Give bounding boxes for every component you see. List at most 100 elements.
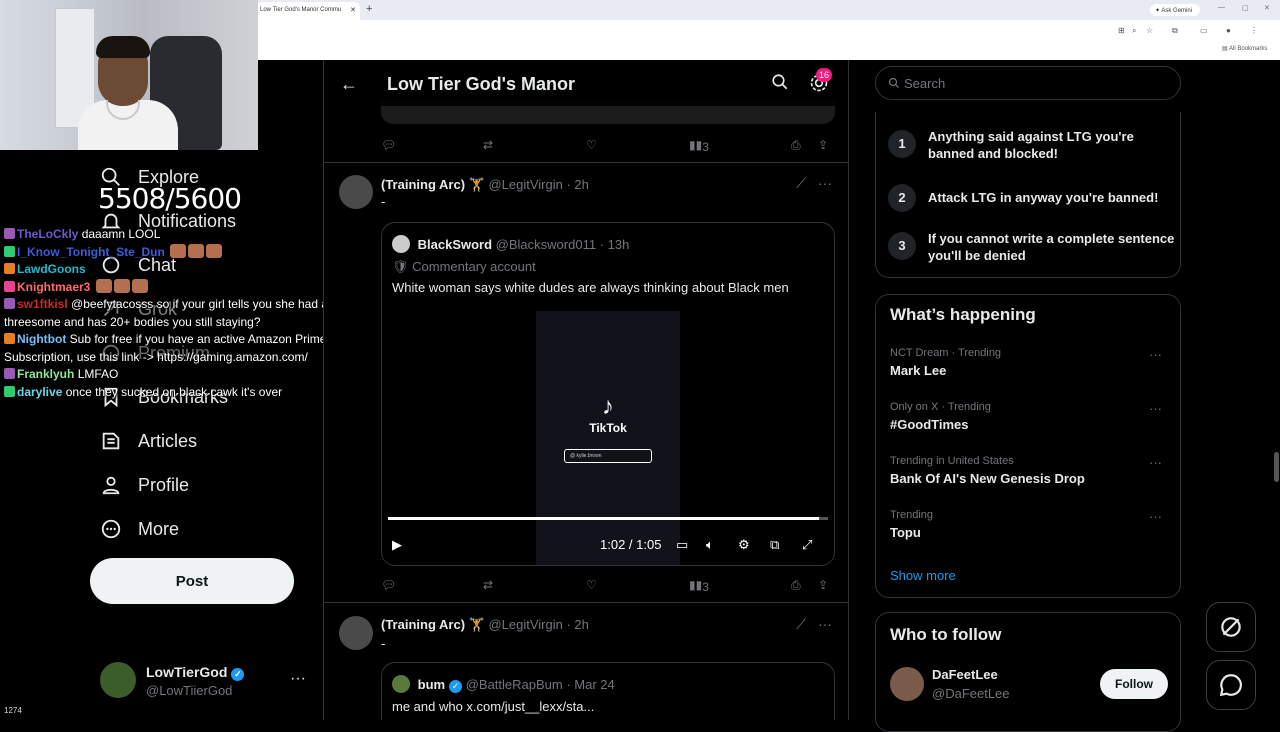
views-button[interactable]: ▮▮ 3 — [689, 578, 709, 594]
minimize-icon[interactable]: — — [1218, 4, 1225, 11]
video-player[interactable]: ♪ TikTok @ kylie.brown ▶ 1:02 / 1:05 ▭ 🔈… — [382, 309, 834, 565]
rule-text: If you cannot write a complete sentence … — [928, 231, 1175, 263]
chat-badge-icon — [4, 263, 15, 274]
settings-icon[interactable]: ⚙ — [738, 537, 750, 553]
quoted-tweet[interactable]: BlackSword @Blacksword011 · 13h 🛡︎ Comme… — [381, 222, 835, 566]
menu-icon[interactable]: ⋮ — [1250, 26, 1258, 35]
close-window-icon[interactable]: ✕ — [1264, 4, 1270, 12]
video-controls: ▶ 1:02 / 1:05 ▭ 🔈︎ ⚙ ⧉ ⤢ — [388, 533, 828, 557]
search-input[interactable]: Search — [875, 66, 1181, 100]
avatar[interactable] — [890, 667, 924, 701]
commentary-label-text: Commentary account — [412, 259, 536, 274]
community-rules: 1 Anything said against LTG you're banne… — [875, 112, 1181, 278]
suggest-name[interactable]: DaFeetLee — [932, 667, 998, 682]
chat-emote-icon — [95, 278, 112, 293]
chat-text: threesome and has 20+ bodies you still s… — [4, 314, 261, 329]
retweet-icon[interactable]: ⇄ — [483, 138, 493, 152]
quoted-tweet[interactable]: bum ✓ @BattleRapBum · Mar 24 me and who x… — [381, 662, 835, 720]
back-arrow-icon[interactable]: ← — [340, 74, 358, 95]
new-tab-button[interactable]: + — [366, 3, 372, 15]
avatar[interactable] — [339, 616, 373, 650]
views-count: 3 — [702, 140, 709, 154]
more-icon[interactable]: ··· — [1149, 509, 1162, 524]
trend-item[interactable]: NCT Dream · Trending Mark Lee ··· — [890, 347, 1170, 378]
chat-badge-icon — [4, 228, 15, 239]
nav-articles[interactable]: Articles — [100, 426, 197, 456]
account-switcher[interactable]: LowTierGod ✓ @LowTiierGod ··· — [100, 662, 320, 702]
post-button[interactable]: Post — [90, 558, 294, 604]
page-scrollbar[interactable] — [1273, 60, 1280, 720]
star-icon[interactable]: ☆ — [1146, 26, 1153, 35]
like-icon[interactable]: ♡ — [586, 578, 597, 592]
maximize-icon[interactable]: ▢ — [1242, 4, 1249, 12]
tweet-time[interactable]: · 2h — [566, 177, 588, 192]
nav-profile-label: Profile — [138, 474, 190, 495]
chat-message: Knightmaer3 — [4, 278, 364, 297]
retweet-icon[interactable]: ⇄ — [483, 578, 493, 592]
like-icon[interactable]: ♡ — [586, 138, 597, 152]
address-bar[interactable]: ⊞ ⌕ ☆ ⧉ ▭ ● ⋮ — [260, 20, 1280, 40]
share-icon[interactable]: ⇪ — [818, 578, 828, 592]
chat-emote-icon — [170, 243, 187, 258]
show-more-link[interactable]: Show more — [890, 568, 956, 583]
streamer-hair — [96, 36, 150, 58]
account-name-text: LowTierGod — [146, 664, 228, 680]
bookmark-icon[interactable]: ⎙ — [791, 578, 801, 593]
all-bookmarks[interactable]: ▤ All Bookmarks — [1222, 45, 1267, 52]
trend-item[interactable]: Only on X · Trending #GoodTimes ··· — [890, 401, 1170, 432]
zoom-icon[interactable]: ⌕ — [1132, 26, 1136, 36]
more-icon[interactable]: ··· — [818, 175, 832, 191]
author-handle[interactable]: @LegitVirgin — [488, 617, 562, 632]
more-icon[interactable]: ··· — [1149, 455, 1162, 470]
chat-badge-icon — [4, 280, 15, 292]
close-tab-icon[interactable]: ✕ — [350, 6, 356, 14]
author-name[interactable]: (Training Arc) 🏋 — [381, 617, 485, 632]
views-button[interactable]: ▮▮ 3 — [689, 138, 709, 154]
reply-icon[interactable]: 💬︎ — [381, 138, 396, 152]
captions-icon[interactable]: ▭ — [676, 537, 688, 553]
ask-gemini-label: Ask Gemini — [1161, 8, 1193, 14]
nav-profile[interactable]: Profile — [100, 470, 189, 500]
nav-articles-label: Articles — [138, 430, 198, 451]
webcam-overlay — [0, 0, 258, 150]
grok-icon[interactable]: ⟋ — [796, 175, 806, 192]
author-name[interactable]: (Training Arc) 🏋 — [381, 177, 485, 192]
more-icon[interactable]: ··· — [1149, 347, 1162, 362]
share-icon[interactable]: ⇪ — [818, 138, 828, 152]
fullscreen-icon[interactable]: ⤢ — [802, 537, 812, 553]
more-icon[interactable]: ··· — [1149, 401, 1162, 416]
scrollbar-thumb[interactable] — [1274, 452, 1279, 482]
avatar[interactable] — [339, 175, 373, 209]
grok-icon[interactable]: ⟋ — [796, 616, 806, 633]
volume-icon[interactable]: 🔈︎ — [706, 537, 714, 553]
more-icon[interactable]: ··· — [818, 616, 832, 632]
divider — [324, 162, 848, 163]
pip-icon[interactable]: ⧉ — [770, 537, 779, 553]
nav-more[interactable]: More — [100, 514, 179, 544]
tweet-time[interactable]: · 2h — [566, 617, 588, 632]
profile-icon[interactable]: ● — [1226, 26, 1231, 35]
author-handle[interactable]: @LegitVirgin — [488, 177, 562, 192]
suggest-handle: @DaFeetLee — [932, 686, 1010, 701]
browser-tab[interactable]: Low Tier God's Manor Commu ✕ — [256, 2, 360, 20]
video-progress-bar[interactable] — [388, 517, 828, 520]
chat-username: TheLoCkly — [17, 227, 79, 241]
tweet-text: - — [381, 194, 386, 209]
ask-gemini-button[interactable]: ✦ Ask Gemini — [1150, 4, 1200, 16]
reply-icon[interactable]: 💬︎ — [381, 578, 396, 592]
play-icon[interactable]: ▶ — [392, 537, 402, 553]
trend-item[interactable]: Trending Topu ··· — [890, 509, 1170, 540]
sidebar-icon[interactable]: ▭ — [1200, 26, 1208, 35]
community-timeline: ← Low Tier God's Manor 16 💬︎ ⇄ ♡ ▮▮ 3 ⎙ … — [323, 60, 849, 720]
search-icon[interactable] — [771, 73, 789, 91]
bookmark-icon[interactable]: ⎙ — [791, 138, 801, 153]
trend-item[interactable]: Trending in United States Bank Of AI's N… — [890, 455, 1170, 486]
chat-text: daaamn LOOL — [81, 227, 161, 241]
messages-fab[interactable] — [1206, 660, 1256, 710]
chat-message: Franklyuh LMFAO — [4, 366, 364, 384]
follow-button[interactable]: Follow — [1100, 669, 1168, 699]
extensions-icon[interactable]: ⧉ — [1172, 26, 1178, 36]
install-icon[interactable]: ⊞ — [1118, 26, 1125, 35]
account-more-icon[interactable]: ··· — [290, 670, 306, 688]
grok-fab[interactable] — [1206, 602, 1256, 652]
